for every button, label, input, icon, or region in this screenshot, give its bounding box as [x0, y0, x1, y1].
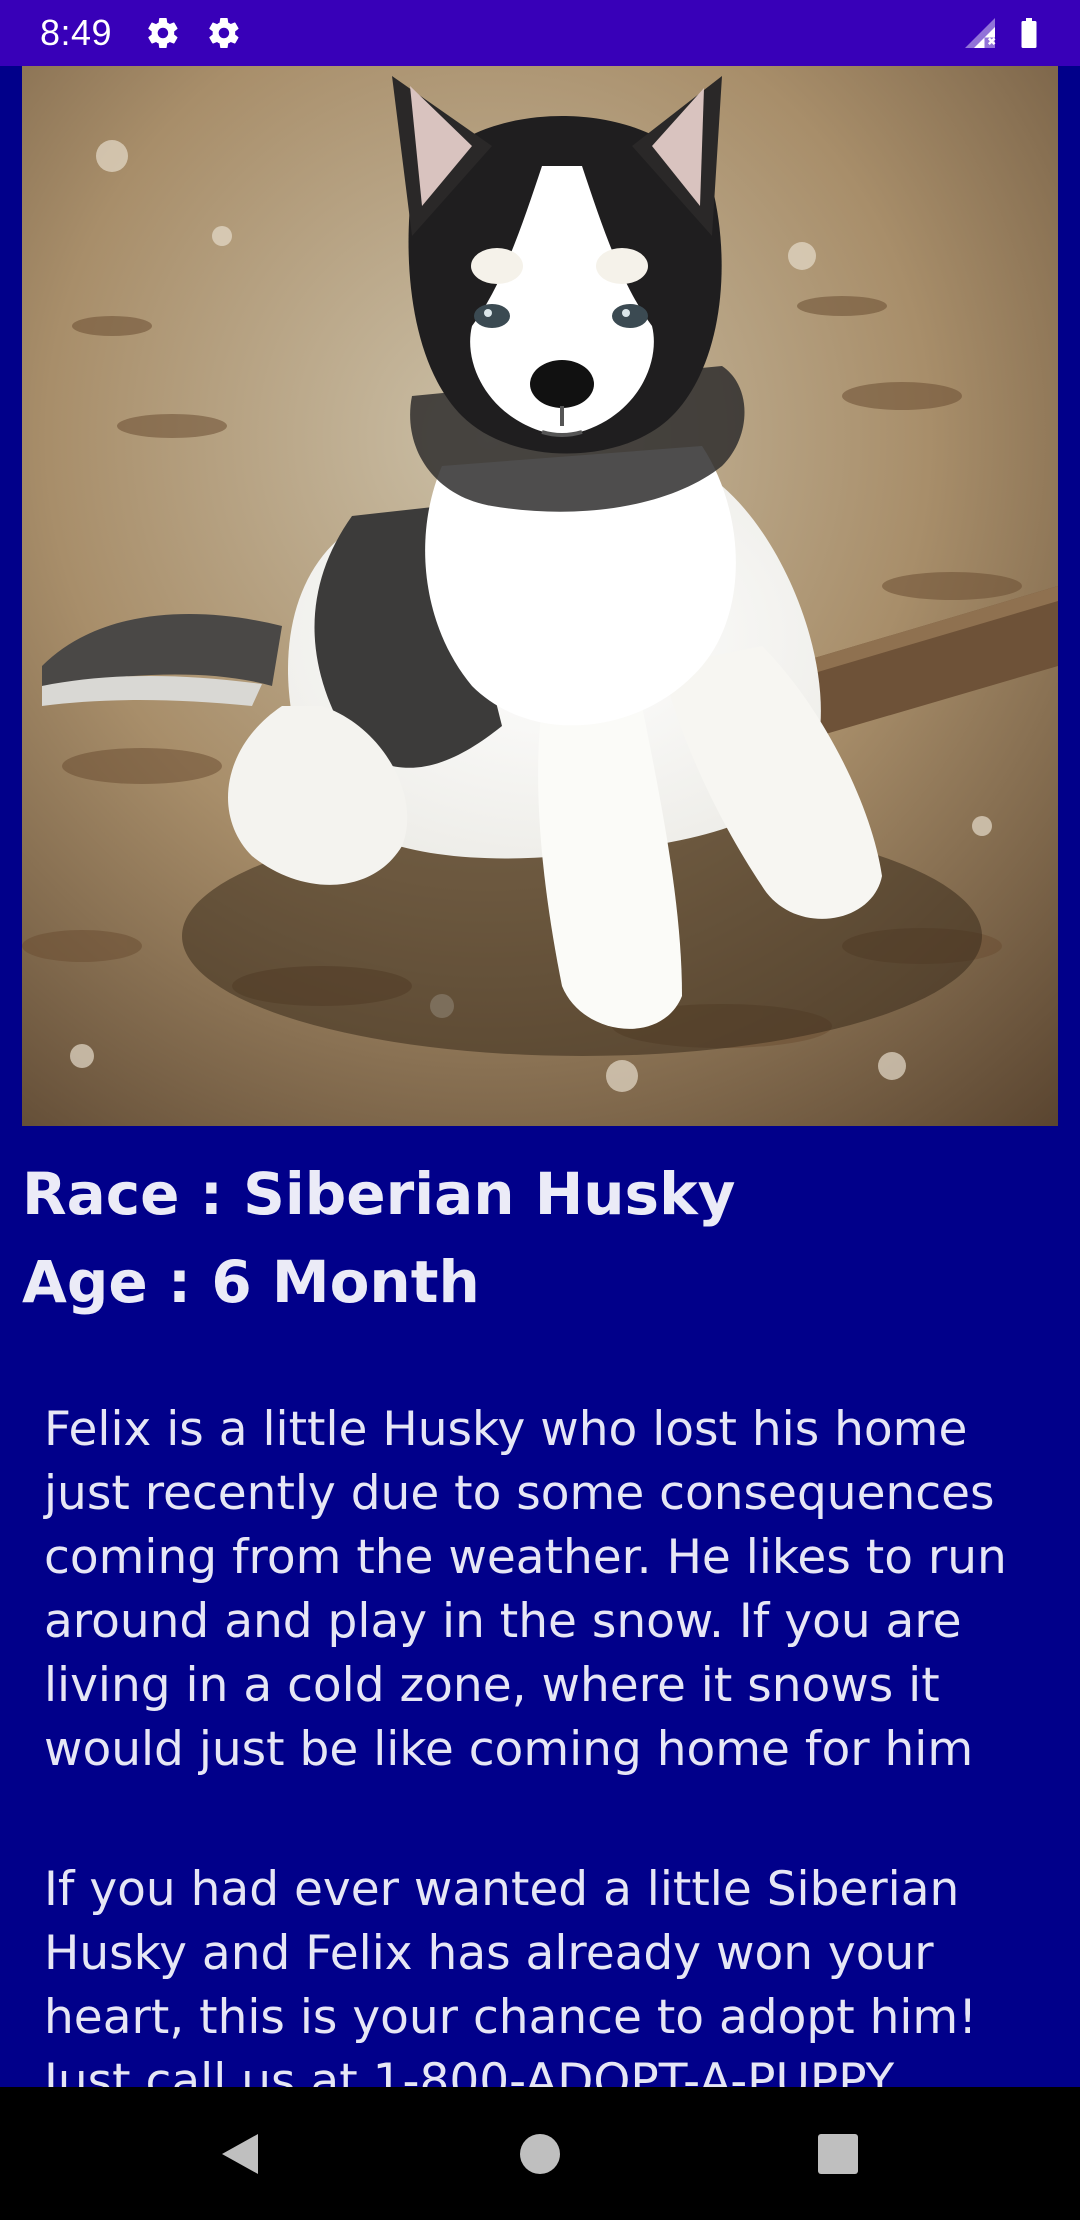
recents-button[interactable]: [758, 2087, 918, 2220]
back-triangle-icon: [222, 2133, 258, 2174]
battery-full-icon: [1011, 15, 1047, 51]
race-label: Race : Siberian Husky: [22, 1160, 736, 1228]
description-paragraph-2: If you had ever wanted a little Siberian…: [44, 1862, 978, 2109]
status-time: 8:49: [40, 12, 113, 53]
description-paragraph-1: Felix is a little Husky who lost his hom…: [44, 1402, 1007, 1777]
hero-image: [22, 66, 1058, 1126]
settings-gear-icon: [206, 15, 242, 51]
home-circle-icon: [520, 2133, 560, 2174]
husky-puppy-photo: [22, 66, 1058, 1126]
signal-no-data-icon: [962, 15, 998, 51]
screen: 8:49 Race: Siberian Husky Age: 6 Month…: [0, 0, 1080, 2220]
age-label: Age : 6 Month: [22, 1248, 480, 1316]
navigation-bar: [0, 2087, 1080, 2220]
recents-square-icon: [818, 2133, 858, 2174]
back-button[interactable]: [160, 2087, 320, 2220]
settings-gear-icon: [145, 15, 181, 51]
home-button[interactable]: [460, 2087, 620, 2220]
status-bar: 8:49: [0, 0, 1080, 66]
